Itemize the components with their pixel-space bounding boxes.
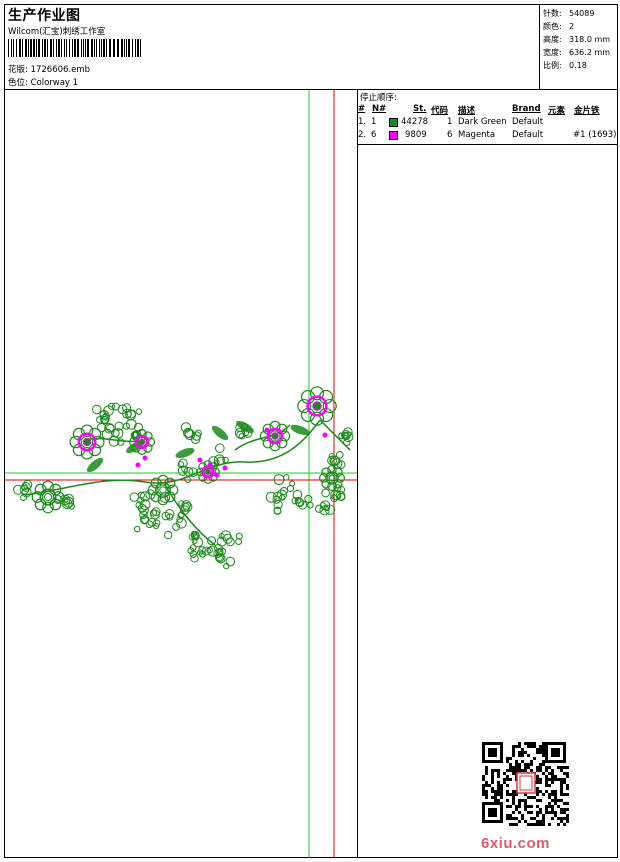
header-info: 生产作业图 Wilcom(汇宝)刺绣工作室 花版: 1726606.emb 色位… <box>5 5 539 89</box>
stop-table-divider <box>358 144 617 145</box>
production-sheet: 生产作业图 Wilcom(汇宝)刺绣工作室 花版: 1726606.emb 色位… <box>4 4 618 858</box>
table-row: 1. 1 44278 1 Dark Green Default <box>358 117 544 127</box>
col-sequin: 金片铁 <box>574 106 600 116</box>
sheet-header: 生产作业图 Wilcom(汇宝)刺绣工作室 花版: 1726606.emb 色位… <box>5 5 617 90</box>
stat-width: 宽度: 636.2 mm <box>543 48 611 57</box>
watermark-logo: 6xiu.com <box>481 835 551 852</box>
stat-stitches: 针数: 54089 <box>543 9 595 18</box>
stat-height: 高度: 318.0 mm <box>543 35 611 44</box>
colorway-value: Colorway 1 <box>30 78 79 88</box>
col-code: 代码 <box>431 106 449 116</box>
colorway: 色位: Colorway 1 <box>8 76 78 88</box>
col-element: 元素 <box>548 106 566 116</box>
color-swatch <box>389 131 398 140</box>
studio-name: Wilcom(汇宝)刺绣工作室 <box>8 27 106 37</box>
stop-sequence-title: 停止顺序: <box>360 93 397 103</box>
stat-colors: 颜色: 2 <box>543 22 575 31</box>
design-stats: 针数: 54089 颜色: 2 高度: 318.0 mm 宽度: 636.2 mm 比例… <box>539 5 617 89</box>
page-title: 生产作业图 <box>8 8 81 24</box>
stat-scale: 比例: 0.18 <box>543 61 587 70</box>
design-file: 花版: 1726606.emb <box>8 63 90 75</box>
design-value: 1726606.emb <box>30 65 91 75</box>
col-num: # <box>358 104 366 114</box>
qr-code <box>482 742 569 826</box>
col-st: St. <box>413 104 427 114</box>
color-swatch <box>389 118 398 127</box>
stop-table-header: # N# St. 代码 描述 Brand 元素 金片铁 <box>358 104 617 116</box>
design-label: 花版: <box>8 65 28 75</box>
table-row: 2. 6 9809 6 Magenta Default #1 (1693) <box>358 130 617 140</box>
colorway-label: 色位: <box>8 78 28 88</box>
leaf-clusters <box>13 402 354 570</box>
col-brand: Brand <box>512 104 541 114</box>
col-needle: N# <box>372 104 387 114</box>
barcode <box>8 39 141 57</box>
design-preview <box>5 90 358 858</box>
embroidery-artwork <box>5 90 357 858</box>
col-desc: 描述 <box>458 106 476 116</box>
